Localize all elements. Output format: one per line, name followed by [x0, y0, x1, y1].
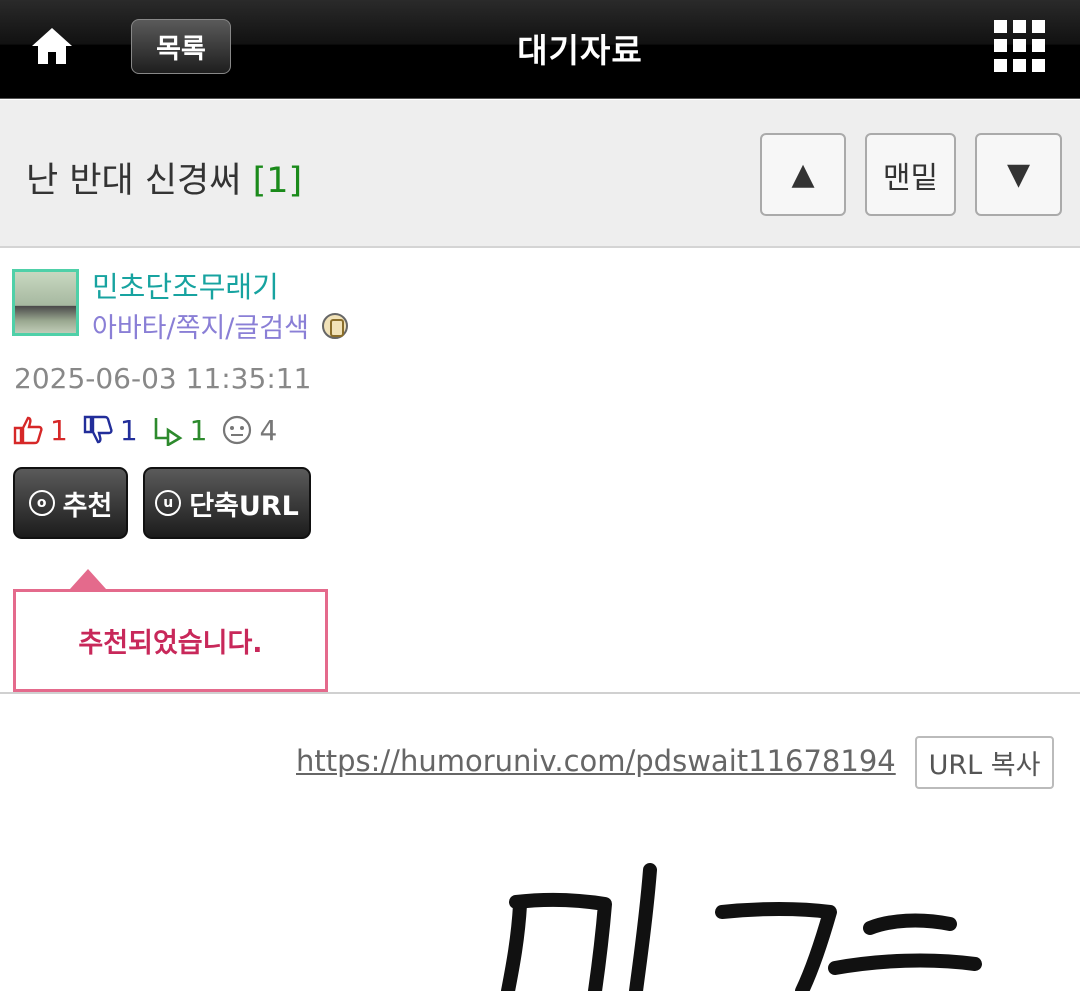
post-stats: 1 1 1 4	[12, 410, 291, 450]
post-date: 2025-06-03 11:35:11	[14, 362, 312, 395]
dislike-count: 1	[119, 413, 138, 447]
page-title: 대기자료	[517, 31, 643, 70]
view-count: 4	[259, 413, 278, 447]
post-subject-text: 난 반대 신경써	[26, 161, 242, 201]
scroll-bottom-button[interactable]: 맨밑	[865, 133, 956, 216]
short-url-label: 단축URL	[189, 490, 299, 522]
grid-menu-icon[interactable]	[994, 20, 1046, 72]
comment-count[interactable]: [1]	[253, 161, 303, 201]
views-face-icon	[223, 415, 252, 445]
recommend-button[interactable]: o 추천	[13, 467, 128, 539]
medal-icon	[322, 313, 348, 339]
divider	[0, 692, 1080, 694]
scroll-down-button[interactable]: ▼	[975, 133, 1062, 216]
recommend-icon: o	[28, 490, 55, 516]
handwritten-image	[501, 863, 982, 991]
recommend-toast: 추천되었습니다.	[13, 589, 328, 692]
share-count: 1	[189, 413, 208, 447]
thumbs-down-icon[interactable]	[82, 414, 114, 446]
author-links[interactable]: 아바타/쪽지/글검색	[92, 306, 309, 345]
recommend-label: 추천	[62, 490, 113, 522]
post-subject: 난 반대 신경써 [1]	[26, 152, 302, 203]
short-url-link[interactable]: https://humoruniv.com/pdswait11678194	[296, 744, 896, 778]
author-name[interactable]: 민초단조무래기	[92, 264, 279, 306]
subject-bar: 난 반대 신경써 [1] ▲ 맨밑 ▼	[0, 100, 1080, 248]
scroll-up-button[interactable]: ▲	[760, 133, 846, 216]
avatar[interactable]	[12, 269, 79, 336]
top-bar: 목록 대기자료	[0, 0, 1080, 99]
short-url-button[interactable]: u 단축URL	[143, 467, 311, 539]
like-count: 1	[50, 413, 68, 447]
share-arrow-icon[interactable]	[152, 414, 184, 446]
copy-url-button[interactable]: URL 복사	[915, 736, 1054, 789]
toast-arrow	[70, 569, 106, 589]
thumbs-up-icon[interactable]	[12, 414, 44, 446]
short-url-icon: u	[155, 490, 182, 516]
